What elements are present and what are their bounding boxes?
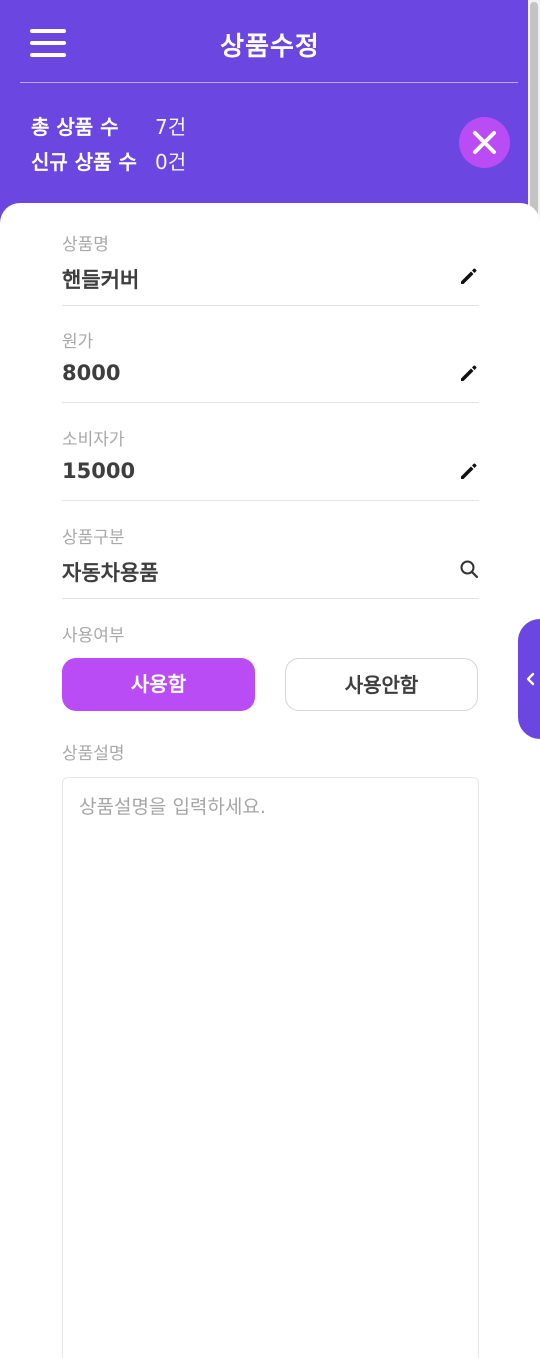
stat-value: 7건 — [155, 114, 187, 139]
stat-value: 0건 — [155, 149, 187, 174]
field-underline — [62, 305, 479, 306]
stat-label: 총 상품 수 — [31, 114, 119, 139]
retail-price-value[interactable]: 15000 — [62, 459, 135, 483]
pencil-icon[interactable] — [459, 266, 479, 286]
product-name-value[interactable]: 핸들커버 — [62, 264, 139, 294]
page-title: 상품수정 — [220, 32, 320, 62]
field-underline — [62, 598, 479, 599]
description-textarea[interactable] — [62, 777, 479, 1358]
usage-label: 사용여부 — [62, 626, 125, 646]
cost-price-value[interactable]: 8000 — [62, 361, 120, 385]
close-icon — [473, 131, 496, 154]
usage-off-button[interactable]: 사용안함 — [285, 658, 478, 711]
cost-price-field[interactable]: 원가 8000 — [62, 327, 479, 403]
close-button[interactable] — [459, 117, 510, 168]
search-icon[interactable] — [459, 559, 479, 579]
side-panel-toggle[interactable] — [518, 619, 540, 739]
retail-price-label: 소비자가 — [62, 430, 125, 450]
product-name-field[interactable]: 상품명 핸들커버 — [62, 230, 479, 306]
pencil-icon[interactable] — [459, 461, 479, 481]
cost-price-label: 원가 — [62, 332, 94, 352]
category-value[interactable]: 자동차용품 — [62, 557, 159, 587]
usage-on-button[interactable]: 사용함 — [62, 658, 255, 711]
chevron-left-icon — [526, 672, 535, 686]
retail-price-field[interactable]: 소비자가 15000 — [62, 425, 479, 501]
stat-new-products: 신규 상품 수 0건 — [31, 145, 186, 175]
pencil-icon[interactable] — [459, 363, 479, 383]
category-label: 상품구분 — [62, 528, 125, 548]
category-field[interactable]: 상품구분 자동차용품 — [62, 523, 479, 599]
header-divider — [20, 82, 518, 83]
stat-label: 신규 상품 수 — [31, 149, 137, 174]
field-underline — [62, 500, 479, 501]
field-underline — [62, 402, 479, 403]
product-name-label: 상품명 — [62, 235, 109, 255]
description-label: 상품설명 — [62, 744, 125, 764]
stat-total-products: 총 상품 수 7건 — [31, 110, 186, 140]
header: 상품수정 총 상품 수 7건 신규 상품 수 0건 — [0, 0, 528, 230]
